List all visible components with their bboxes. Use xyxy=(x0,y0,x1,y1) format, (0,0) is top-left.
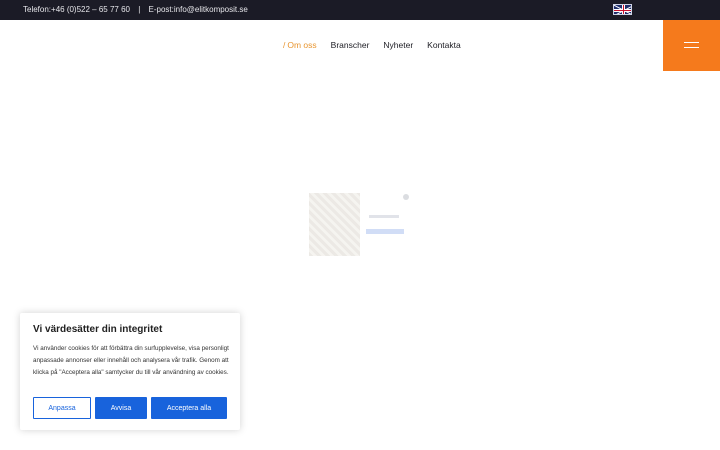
nav-item-kontakta[interactable]: Kontakta xyxy=(427,40,461,50)
reject-button[interactable]: Avvisa xyxy=(95,397,147,419)
loading-popup-placeholder xyxy=(309,193,411,257)
nav-item-nyheter[interactable]: Nyheter xyxy=(383,40,413,50)
cookie-description: Vi använder cookies för att förbättra di… xyxy=(33,345,229,376)
hamburger-menu-icon xyxy=(684,42,699,43)
hamburger-menu-button[interactable] xyxy=(663,20,720,71)
email-text[interactable]: E-post:info@elitkomposit.se xyxy=(149,5,248,14)
cookie-consent-banner: Vi värdesätter din integritet Vi använde… xyxy=(20,313,240,430)
contact-info: Telefon:+46 (0)522 – 65 77 60 | E-post:i… xyxy=(23,5,248,14)
active-marker: / xyxy=(283,40,286,50)
popup-button xyxy=(366,229,404,234)
uk-flag-icon[interactable] xyxy=(613,4,632,15)
main-navigation: / Om oss Branscher Nyheter Kontakta xyxy=(283,40,475,50)
separator: | xyxy=(138,5,141,14)
popup-image xyxy=(309,193,360,256)
phone-text[interactable]: Telefon:+46 (0)522 – 65 77 60 xyxy=(23,5,130,14)
customize-button[interactable]: Anpassa xyxy=(33,397,91,419)
cookie-title: Vi värdesätter din integritet xyxy=(33,324,163,335)
top-bar: Telefon:+46 (0)522 – 65 77 60 | E-post:i… xyxy=(0,0,720,20)
close-icon xyxy=(403,194,409,200)
nav-item-branscher[interactable]: Branscher xyxy=(331,40,370,50)
popup-text xyxy=(369,215,399,218)
nav-item-om-oss[interactable]: / Om oss xyxy=(283,40,317,50)
nav-item-label: Om oss xyxy=(287,40,317,50)
accept-all-button[interactable]: Acceptera alla xyxy=(151,397,227,419)
